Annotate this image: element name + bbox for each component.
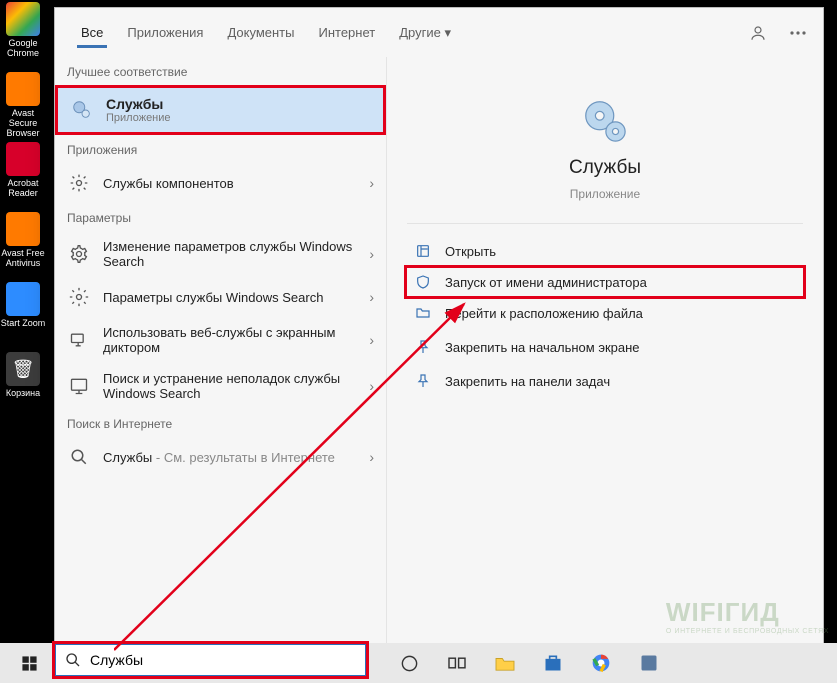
action-label: Закрепить на начальном экране <box>445 340 640 355</box>
result-title: Службы <box>106 96 371 112</box>
desktop-icon[interactable]: 🗑Корзина <box>0 352 46 420</box>
group-best-match: Лучшее соответствие <box>55 57 386 85</box>
search-input[interactable] <box>90 645 365 675</box>
result-item[interactable]: Параметры службы Windows Search › <box>55 277 386 317</box>
preview-subtitle: Приложение <box>570 187 640 201</box>
result-label: Изменение параметров службы Windows Sear… <box>103 239 357 269</box>
group-settings: Параметры <box>55 203 386 231</box>
task-view-button[interactable] <box>436 643 478 683</box>
open-icon <box>413 241 433 261</box>
account-icon[interactable] <box>747 22 769 44</box>
group-apps: Приложения <box>55 135 386 163</box>
component-services-icon <box>67 171 91 195</box>
result-label: Параметры службы Windows Search <box>103 290 357 305</box>
tab-web[interactable]: Интернет <box>306 8 387 57</box>
taskbar-store[interactable] <box>532 643 574 683</box>
result-label: Службы - См. результаты в Интернете <box>103 450 357 465</box>
cortana-button[interactable] <box>388 643 430 683</box>
result-subtitle: Приложение <box>106 112 371 124</box>
search-icon <box>67 445 91 469</box>
chevron-right-icon: › <box>369 175 374 191</box>
desktop-icon[interactable]: Google Chrome <box>0 2 46 70</box>
desktop-icon[interactable]: Avast Free Antivirus <box>0 212 46 280</box>
result-label: Использовать веб-службы с экранным дикто… <box>103 325 357 355</box>
result-item[interactable]: Службы компонентов › <box>55 163 386 203</box>
pin-icon <box>413 337 433 357</box>
chevron-right-icon: › <box>369 449 374 465</box>
result-item[interactable]: Использовать веб-службы с экранным дикто… <box>55 317 386 363</box>
shield-icon <box>413 272 433 292</box>
chevron-right-icon: › <box>369 378 374 394</box>
taskbar-chrome[interactable] <box>580 643 622 683</box>
result-web[interactable]: Службы - См. результаты в Интернете › <box>55 437 386 477</box>
services-icon <box>70 98 94 122</box>
preview-pane: Службы Приложение Открыть Запуск от имен… <box>387 57 823 648</box>
pin-icon <box>413 371 433 391</box>
action-open-location[interactable]: Перейти к расположению файла <box>407 296 803 330</box>
result-best-match[interactable]: Службы Приложение <box>55 85 386 135</box>
desktop-icon[interactable]: Start Zoom <box>0 282 46 350</box>
action-label: Закрепить на панели задач <box>445 374 610 389</box>
chevron-right-icon: › <box>369 332 374 348</box>
search-panel: Все Приложения Документы Интернет Другие… <box>54 7 824 649</box>
search-tabs: Все Приложения Документы Интернет Другие… <box>55 8 823 57</box>
tab-more[interactable]: Другие ▾ <box>387 8 463 57</box>
settings-icon <box>67 285 91 309</box>
action-open[interactable]: Открыть <box>407 234 803 268</box>
action-run-as-admin[interactable]: Запуск от имени администратора <box>404 265 806 299</box>
results-list: Лучшее соответствие Службы Приложение Пр… <box>55 57 387 648</box>
result-item[interactable]: Изменение параметров службы Windows Sear… <box>55 231 386 277</box>
search-icon <box>56 652 90 668</box>
desktop-icons: Google Chrome Avast Secure Browser Acrob… <box>0 0 46 675</box>
preview-actions: Открыть Запуск от имени администратора П… <box>407 224 803 398</box>
folder-icon <box>413 303 433 323</box>
result-label: Службы компонентов <box>103 176 357 191</box>
taskbar-search-box[interactable] <box>54 643 367 677</box>
desktop-icon[interactable]: Acrobat Reader <box>0 142 46 210</box>
services-large-icon <box>577 93 633 149</box>
taskbar-explorer[interactable] <box>484 643 526 683</box>
taskbar-app[interactable] <box>628 643 670 683</box>
action-label: Перейти к расположению файла <box>445 306 643 321</box>
tab-all[interactable]: Все <box>69 8 115 57</box>
start-button[interactable] <box>8 643 50 683</box>
troubleshoot-icon <box>67 374 91 398</box>
result-label: Поиск и устранение неполадок службы Wind… <box>103 371 357 401</box>
action-label: Открыть <box>445 244 496 259</box>
action-pin-taskbar[interactable]: Закрепить на панели задач <box>407 364 803 398</box>
action-label: Запуск от имени администратора <box>445 275 647 290</box>
action-pin-start[interactable]: Закрепить на начальном экране <box>407 330 803 364</box>
result-item[interactable]: Поиск и устранение неполадок службы Wind… <box>55 363 386 409</box>
preview-title: Службы <box>569 157 641 179</box>
tab-apps[interactable]: Приложения <box>115 8 215 57</box>
chevron-right-icon: › <box>369 246 374 262</box>
narrator-icon <box>67 328 91 352</box>
desktop-icon[interactable]: Avast Secure Browser <box>0 72 46 140</box>
more-icon[interactable] <box>787 22 809 44</box>
tab-docs[interactable]: Документы <box>215 8 306 57</box>
group-web: Поиск в Интернете <box>55 409 386 437</box>
chevron-right-icon: › <box>369 289 374 305</box>
settings-icon <box>67 242 91 266</box>
